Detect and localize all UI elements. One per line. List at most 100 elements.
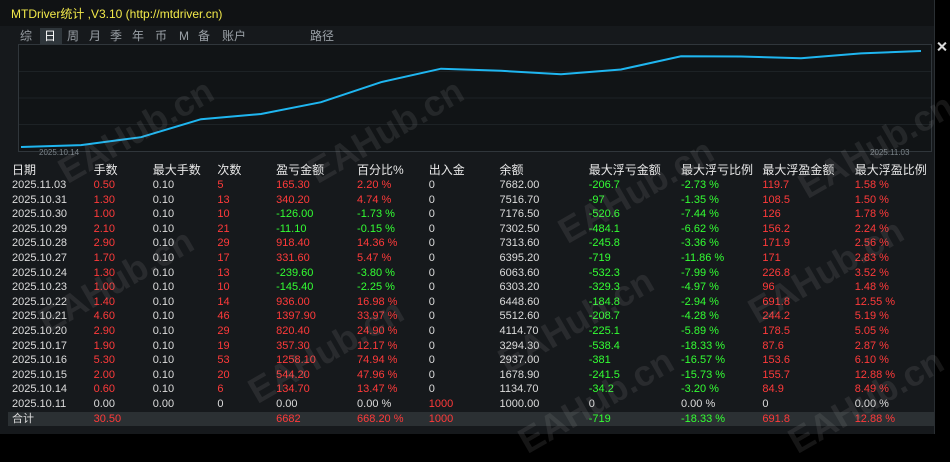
tab-summary[interactable]: 综: [20, 28, 36, 44]
table-row[interactable]: 2025.10.31 1.30 0.10 13 340.20 4.74 % 0 7516.70…: [8, 193, 934, 208]
table-row[interactable]: 2025.10.17 1.90 0.10 19 357.30 12.17 % 0 3294.3…: [8, 339, 934, 354]
column-header[interactable]: 出入金: [425, 162, 496, 178]
tab-year[interactable]: 年: [132, 28, 144, 44]
column-header[interactable]: 百分比%: [353, 162, 425, 178]
table-cell: 14.36 %: [357, 237, 398, 250]
table-cell: 1.00: [93, 281, 116, 294]
table-cell: 3.52 %: [854, 266, 889, 279]
table-cell: 0.10: [152, 266, 175, 279]
equity-line: [20, 50, 922, 148]
table-cell: 24.90 %: [357, 324, 398, 337]
table-cell: 12.17 %: [357, 339, 398, 352]
table-cell: 0.10: [152, 354, 175, 367]
table-cell: 6448.60: [499, 295, 540, 308]
column-header[interactable]: 最大手数: [149, 162, 214, 178]
table-cell: -16.57 %: [681, 354, 726, 367]
table-cell: 6303.20: [499, 281, 540, 294]
close-icon[interactable]: [937, 42, 946, 51]
table-row[interactable]: 2025.10.14 0.60 0.10 6 134.70 13.47 % 0 1134.70…: [8, 382, 934, 397]
column-header[interactable]: 次数: [213, 162, 272, 178]
total-cell: -18.33 %: [677, 411, 759, 427]
total-cell: [213, 411, 273, 427]
table-cell: 0.10: [152, 208, 175, 221]
table-cell: -381: [588, 354, 611, 367]
table-cell: 2.83 %: [854, 251, 889, 264]
tab-path[interactable]: 路径: [310, 28, 334, 44]
tab-day[interactable]: 日: [40, 28, 62, 44]
table-cell: 544.20: [276, 368, 310, 381]
table-cell: 53: [217, 354, 230, 367]
table-row[interactable]: 2025.10.30 1.00 0.10 10 -126.00 -1.73 % 0 7176.…: [8, 207, 934, 222]
table-cell: 2.00: [93, 368, 116, 381]
table-row[interactable]: 2025.10.16 5.30 0.10 53 1258.10 74.94 % 0 2937.…: [8, 353, 934, 368]
table-cell: 0.10: [152, 179, 175, 191]
table-row[interactable]: 2025.10.15 2.00 0.10 20 544.20 47.96 % 0 1678.9…: [8, 368, 934, 383]
table-cell: 2025.10.23: [12, 281, 68, 294]
table-cell: 0.10: [152, 222, 175, 235]
column-header[interactable]: 日期: [8, 162, 90, 178]
tab-week[interactable]: 周: [67, 28, 79, 44]
table-cell: -4.97 %: [681, 281, 719, 294]
table-cell: -7.99 %: [681, 266, 719, 279]
table-cell: 0.00 %: [357, 397, 392, 410]
table-cell: 0: [428, 295, 435, 308]
table-row[interactable]: 2025.10.27 1.70 0.10 17 331.60 5.47 % 0 6395.20…: [8, 251, 934, 266]
table-cell: -3.80 %: [357, 266, 395, 279]
table-cell: 4.60: [93, 310, 116, 323]
table-row[interactable]: 2025.10.22 1.40 0.10 14 936.00 16.98 % 0 6448.6…: [8, 295, 934, 310]
table-cell: 46: [217, 310, 230, 323]
table-row[interactable]: 2025.10.21 4.60 0.10 46 1397.90 33.97 % 0 5512.…: [8, 309, 934, 324]
table-row[interactable]: 2025.10.24 1.30 0.10 13 -239.60 -3.80 % 0 6063.…: [8, 266, 934, 281]
column-header[interactable]: 盈亏金额: [272, 162, 353, 178]
table-cell: 2025.10.30: [12, 208, 68, 221]
table-row[interactable]: 2025.10.28 2.90 0.10 29 918.40 14.36 % 0 7313.6…: [8, 236, 934, 251]
total-row: 合计 30.50 6682 668.20 % 1000 -719 -18.33 % 691.8…: [8, 411, 934, 427]
table-cell: 1258.10: [276, 354, 316, 367]
table-cell: -15.73 %: [681, 368, 726, 381]
table-cell: -206.7: [588, 179, 620, 191]
total-cell: -719: [584, 411, 677, 427]
tab-backup[interactable]: 备: [198, 28, 210, 44]
table-cell: 8.49 %: [854, 383, 889, 396]
column-header[interactable]: 最大浮盈金额: [758, 162, 850, 178]
table-cell: 1000.00: [499, 397, 540, 410]
table-row[interactable]: 2025.11.03 0.50 0.10 5 165.30 2.20 % 0 7682.00 -…: [8, 178, 934, 193]
table-cell: 0.00: [152, 397, 175, 410]
table-cell: 153.6: [762, 354, 790, 367]
table-cell: 2025.10.15: [12, 368, 68, 381]
table-cell: 1000: [428, 397, 454, 410]
table-cell: 2025.10.31: [12, 193, 68, 206]
column-header[interactable]: 最大浮盈比例: [851, 162, 934, 178]
table-row[interactable]: 2025.10.23 1.00 0.10 10 -145.40 -2.25 % 0 6303.…: [8, 280, 934, 295]
table-cell: -208.7: [588, 310, 620, 323]
column-header[interactable]: 最大浮亏金额: [585, 162, 677, 178]
table-cell: -520.6: [588, 208, 620, 221]
tab-quarter[interactable]: 季: [110, 28, 122, 44]
table-cell: -538.4: [588, 339, 620, 352]
table-row[interactable]: 2025.10.20 2.90 0.10 29 820.40 24.90 % 0 4114.7…: [8, 324, 934, 339]
table-cell: 0.10: [152, 281, 175, 294]
table-cell: -6.62 %: [681, 222, 719, 235]
table-cell: 155.7: [762, 368, 790, 381]
tab-m[interactable]: M: [179, 28, 189, 44]
table-row[interactable]: 2025.10.29 2.10 0.10 21 -11.10 -0.15 % 0 7302.5…: [8, 222, 934, 237]
total-cell: [495, 411, 585, 427]
table-cell: 5.05 %: [854, 324, 889, 337]
column-header[interactable]: 最大浮亏比例: [677, 162, 758, 178]
table-row[interactable]: 2025.10.11 0.00 0.00 0 0.00 0.00 % 1000 1000.00…: [8, 397, 934, 412]
table-cell: 2025.11.03: [12, 179, 67, 191]
column-header[interactable]: 余额: [496, 162, 585, 178]
stats-window: MTDriver统计 ,V3.10 (http://mtdriver.cn) 综…: [0, 0, 950, 461]
table-cell: 2025.10.21: [12, 310, 68, 323]
table-cell: 0.10: [152, 251, 175, 264]
table-cell: 0: [428, 251, 435, 264]
tab-month[interactable]: 月: [89, 28, 101, 44]
table-cell: 2025.10.29: [12, 222, 68, 235]
tab-account[interactable]: 账户: [222, 28, 246, 44]
table-cell: 14: [217, 295, 230, 308]
table-cell: -2.25 %: [357, 281, 395, 294]
table-cell: 0: [428, 237, 435, 250]
column-header[interactable]: 手数: [90, 162, 149, 178]
table-cell: 156.2: [762, 222, 790, 235]
tab-currency[interactable]: 币: [155, 28, 167, 44]
